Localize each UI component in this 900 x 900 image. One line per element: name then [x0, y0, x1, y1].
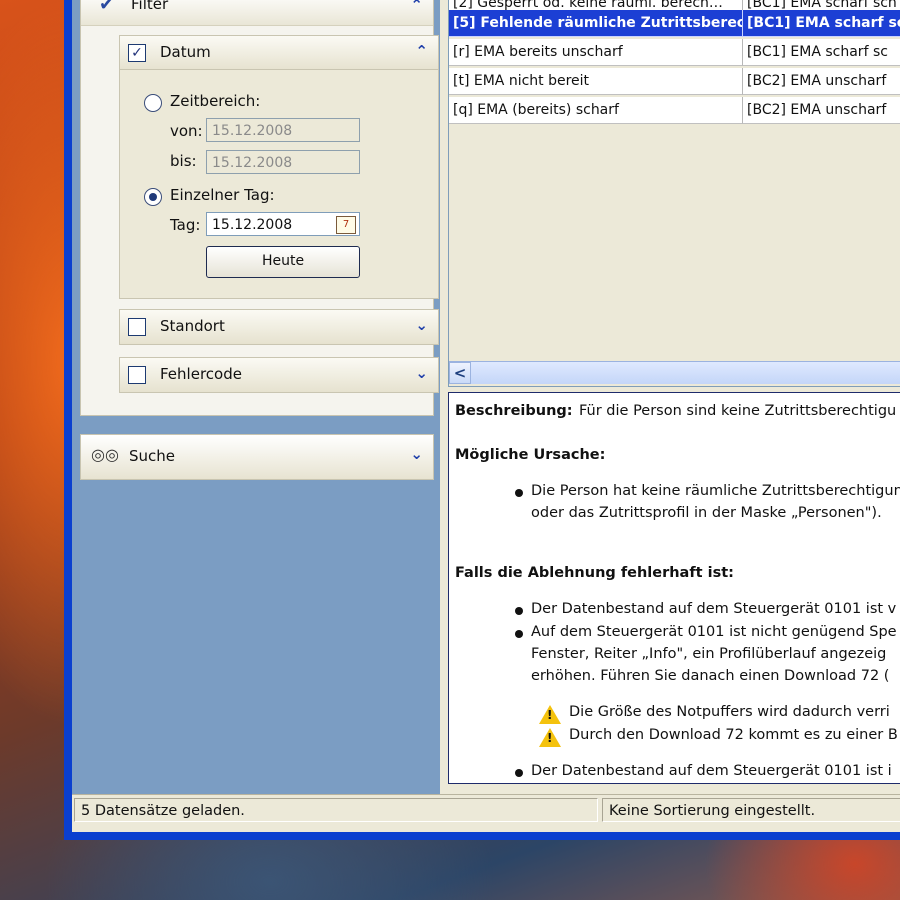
table-row[interactable]: [r] EMA bereits unscharf [BC1] EMA schar…: [449, 39, 900, 67]
heute-button[interactable]: Heute: [206, 246, 360, 278]
chevron-down-icon[interactable]: ⌄: [410, 445, 423, 463]
ursache-line-1: Die Person hat keine räumliche Zutrittsb…: [531, 483, 900, 499]
einzelner-tag-radio[interactable]: [144, 188, 162, 206]
fehlercode-label: Fehlercode: [160, 365, 242, 383]
status-records-loaded: 5 Datensätze geladen.: [74, 798, 598, 822]
tag-label: Tag:: [170, 216, 201, 234]
table-row[interactable]: [q] EMA (bereits) scharf [BC2] EMA unsch…: [449, 97, 900, 125]
filter-header[interactable]: ✔ Filter ⌃: [81, 0, 433, 26]
status-bar: 5 Datensätze geladen. Keine Sortierung e…: [72, 794, 900, 825]
zeitbereich-radio[interactable]: [144, 94, 162, 112]
warning-icon: !: [539, 705, 561, 724]
status-sorting: Keine Sortierung eingestellt.: [602, 798, 900, 822]
bullet-icon: [515, 607, 523, 615]
fehlercode-checkbox[interactable]: [128, 366, 146, 384]
bis-label: bis:: [170, 152, 197, 170]
standort-checkbox[interactable]: [128, 318, 146, 336]
standort-label: Standort: [160, 317, 225, 335]
left-task-pane: ✔ Filter ⌃ ✓ Datum ⌃ Zeitbereich: von: 1…: [72, 0, 440, 794]
main-window: ✔ Filter ⌃ ✓ Datum ⌃ Zeitbereich: von: 1…: [64, 0, 900, 840]
bullet-1-text: Der Datenbestand auf dem Steuergerät 010…: [531, 601, 897, 617]
standort-header[interactable]: Standort ⌄: [119, 309, 439, 345]
table-cell[interactable]: [BC1] EMA scharf sch: [743, 10, 900, 37]
table-cell[interactable]: [BC2] EMA unscharf: [743, 68, 900, 95]
table-cell[interactable]: [5] Fehlende räumliche Zutrittsberec…: [449, 10, 743, 37]
fehlercode-header[interactable]: Fehlercode ⌄: [119, 357, 439, 393]
table-row[interactable]: [t] EMA nicht bereit [BC2] EMA unscharf: [449, 68, 900, 96]
table-cell[interactable]: [t] EMA nicht bereit: [449, 68, 743, 95]
datum-title: Datum: [160, 43, 211, 61]
horizontal-scrollbar[interactable]: <: [449, 361, 900, 384]
von-field[interactable]: 15.12.2008: [206, 118, 360, 142]
bis-field[interactable]: 15.12.2008: [206, 150, 360, 174]
table-cell[interactable]: [r] EMA bereits unscharf: [449, 39, 743, 66]
beschreibung-label: Beschreibung:: [455, 403, 573, 419]
filter-icon: ✔: [99, 0, 115, 15]
filter-panel: ✔ Filter ⌃ ✓ Datum ⌃ Zeitbereich: von: 1…: [80, 0, 439, 416]
zeitbereich-label: Zeitbereich:: [170, 92, 261, 110]
chevron-up-icon[interactable]: ⌃: [410, 0, 423, 14]
chevron-down-icon[interactable]: ⌄: [415, 316, 428, 334]
table-cell[interactable]: [BC1] EMA scharf sc: [743, 39, 900, 66]
beschreibung-text: Für die Person sind keine Zutrittsberech…: [579, 403, 897, 419]
scroll-left-button[interactable]: <: [449, 362, 471, 384]
calendar-icon[interactable]: 7: [336, 216, 356, 234]
warning-2-text: Durch den Download 72 kommt es zu einer …: [569, 727, 898, 743]
suche-label: Suche: [129, 447, 176, 465]
falls-heading: Falls die Ablehnung fehlerhaft ist:: [455, 565, 734, 581]
datum-body: Zeitbereich: von: 15.12.2008 bis: 15.12.…: [119, 69, 439, 299]
bullet-2-line-3: erhöhen. Führen Sie danach einen Downloa…: [531, 668, 890, 684]
table-cell[interactable]: [BC2] EMA unscharf: [743, 97, 900, 124]
datum-checkbox[interactable]: ✓: [128, 44, 146, 62]
warning-1-text: Die Größe des Notpuffers wird dadurch ve…: [569, 704, 890, 720]
warning-icon: !: [539, 728, 561, 747]
binoculars-icon: ◎◎: [91, 445, 119, 464]
ursache-line-2: oder das Zutrittsprofil in der Maske „Pe…: [531, 505, 882, 521]
table-row-selected[interactable]: [5] Fehlende räumliche Zutrittsberec… [B…: [449, 10, 900, 38]
suche-panel[interactable]: ◎◎ Suche ⌄: [80, 434, 434, 480]
window-client: ✔ Filter ⌃ ✓ Datum ⌃ Zeitbereich: von: 1…: [72, 0, 900, 832]
bullet-2-line-1: Auf dem Steuergerät 0101 ist nicht genüg…: [531, 624, 897, 640]
bullet-3-text: Der Datenbestand auf dem Steuergerät 010…: [531, 763, 892, 779]
chevron-up-icon[interactable]: ⌃: [415, 42, 428, 60]
bullet-2-line-2: Fenster, Reiter „Info", ein Profilüberla…: [531, 646, 887, 662]
filter-title: Filter: [131, 0, 169, 13]
table-cell[interactable]: [q] EMA (bereits) scharf: [449, 97, 743, 124]
einzelner-tag-label: Einzelner Tag:: [170, 186, 275, 204]
chevron-down-icon[interactable]: ⌄: [415, 364, 428, 382]
datum-header[interactable]: ✓ Datum ⌃: [119, 35, 439, 71]
bullet-icon: [515, 489, 523, 497]
bullet-icon: [515, 630, 523, 638]
bullet-icon: [515, 769, 523, 777]
description-panel: Beschreibung: Für die Person sind keine …: [448, 392, 900, 784]
von-label: von:: [170, 122, 203, 140]
ursache-heading: Mögliche Ursache:: [455, 447, 606, 463]
events-grid: [2] Gesperrt od. keine räuml. berech… [B…: [448, 0, 900, 387]
